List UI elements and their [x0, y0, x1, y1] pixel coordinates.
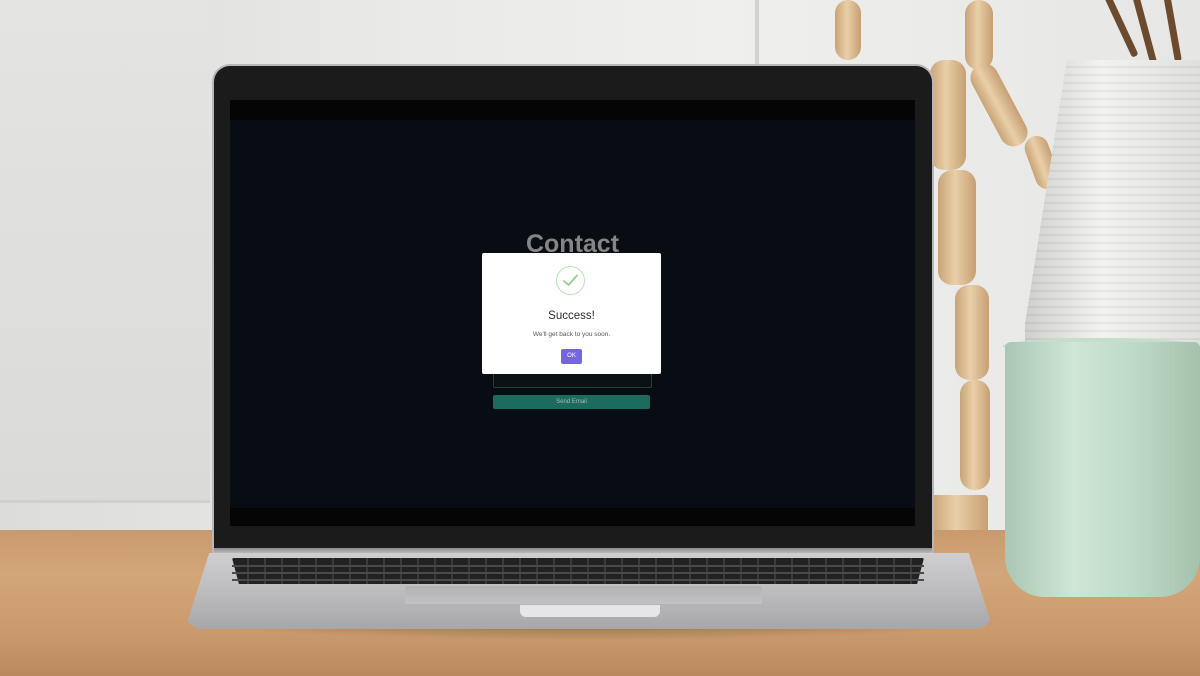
vase-sticks [1098, 0, 1200, 70]
modal-title: Success! [548, 310, 595, 322]
screen-bezel-top [230, 100, 915, 120]
trackpad [405, 586, 762, 604]
modal-message: We'll get back to you soon. [532, 331, 611, 338]
keyboard-row-divider [232, 579, 924, 581]
laptop-front-notch [520, 605, 660, 617]
keyboard-row-divider [232, 572, 924, 574]
success-modal: Success! We'll get back to you soon. OK [482, 253, 661, 374]
ok-button[interactable]: OK [561, 349, 582, 364]
keyboard-row-divider [232, 565, 924, 567]
checkmark-circle-icon [556, 266, 585, 295]
wall-panel [0, 0, 210, 503]
mint-mug [1005, 342, 1200, 597]
laptop-screen: Contact Send Email Success! We'll get ba… [230, 120, 915, 508]
screen-bezel-bottom [230, 508, 915, 526]
